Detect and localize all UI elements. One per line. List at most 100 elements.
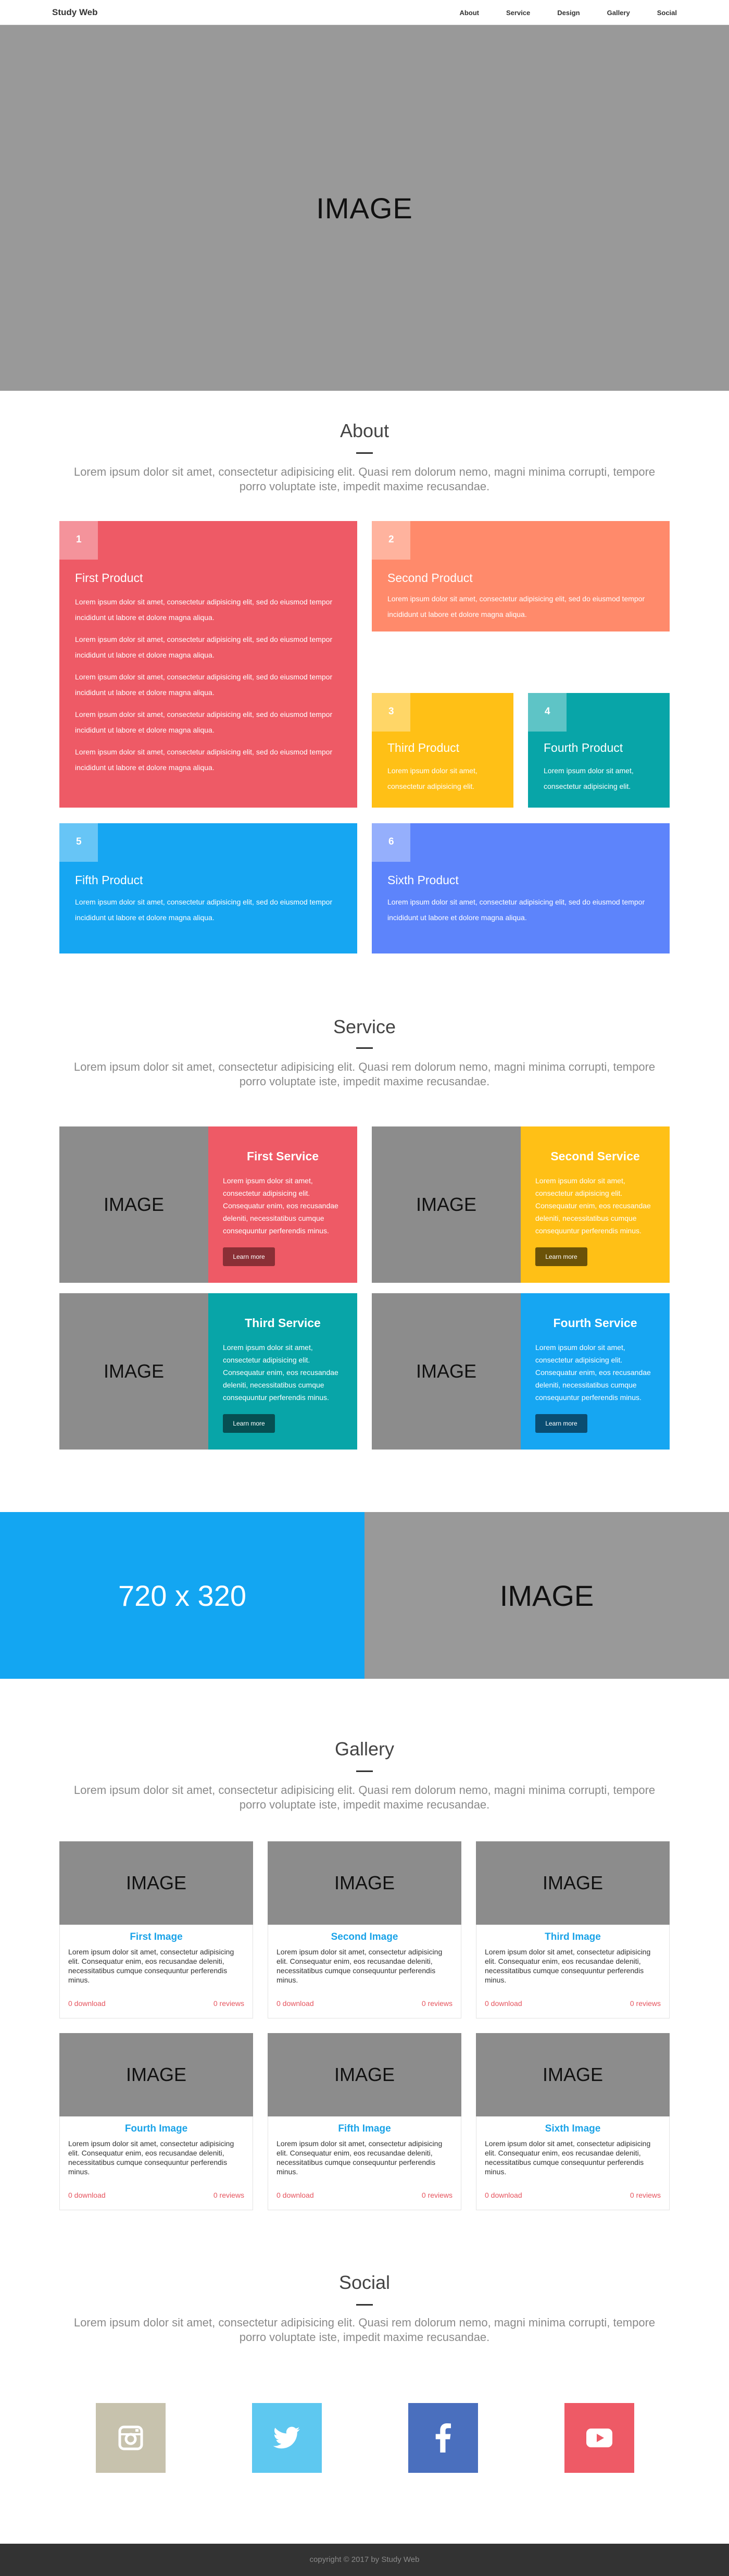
gallery-image: IMAGE	[59, 1841, 253, 1925]
gallery-image: IMAGE	[476, 2033, 670, 2116]
download-count[interactable]: 0 download	[276, 1999, 314, 2008]
service-image: IMAGE	[59, 1293, 208, 1450]
twitter-icon[interactable]	[252, 2403, 322, 2473]
banner-placeholder: 720 x 320	[0, 1512, 364, 1679]
social-subtitle: Lorem ipsum dolor sit amet, consectetur …	[73, 2316, 656, 2344]
download-count[interactable]: 0 download	[485, 2191, 522, 2199]
service-body: Fourth Service Lorem ipsum dolor sit ame…	[521, 1293, 670, 1450]
banner-image: IMAGE	[364, 1512, 729, 1679]
facebook-icon[interactable]	[408, 2403, 478, 2473]
service-image: IMAGE	[372, 1293, 521, 1450]
product-card-6[interactable]: 6 Sixth Product Lorem ipsum dolor sit am…	[372, 823, 670, 953]
product-card-4[interactable]: 4 Fourth Product Lorem ipsum dolor sit a…	[528, 693, 670, 808]
gallery-card-2[interactable]: IMAGE Second Image Lorem ipsum dolor sit…	[268, 1841, 461, 2018]
gallery-title-link[interactable]: Fourth Image	[60, 2123, 253, 2135]
gallery-text: Lorem ipsum dolor sit amet, consectetur …	[68, 1948, 234, 1984]
review-count[interactable]: 0 reviews	[213, 2191, 244, 2199]
learn-more-button[interactable]: Learn more	[223, 1247, 275, 1266]
nav-link-design[interactable]: Design	[557, 9, 580, 17]
product-name: Fifth Product	[75, 873, 143, 887]
service-card-3: IMAGE Third Service Lorem ipsum dolor si…	[59, 1293, 357, 1450]
product-name: Third Product	[387, 741, 460, 754]
nav-link-service[interactable]: Service	[506, 9, 530, 17]
product-card-3[interactable]: 3 Third Product Lorem ipsum dolor sit am…	[372, 693, 513, 808]
download-count[interactable]: 0 download	[276, 2191, 314, 2199]
product-name: Fourth Product	[544, 741, 623, 754]
gallery-title-link[interactable]: Third Image	[476, 1931, 669, 1943]
download-count[interactable]: 0 download	[485, 1999, 522, 2008]
service-body: Second Service Lorem ipsum dolor sit ame…	[521, 1126, 670, 1283]
about-divider	[356, 452, 373, 454]
service-subtitle: Lorem ipsum dolor sit amet, consectetur …	[73, 1060, 656, 1088]
service-text: Lorem ipsum dolor sit amet, consectetur …	[223, 1343, 338, 1402]
gallery-card-6[interactable]: IMAGE Sixth Image Lorem ipsum dolor sit …	[476, 2033, 670, 2210]
product-text: Lorem ipsum dolor sit amet, consectetur …	[75, 598, 333, 622]
service-title: Third Service	[245, 1316, 321, 1330]
gallery-title-link[interactable]: First Image	[60, 1931, 253, 1943]
service-image: IMAGE	[372, 1126, 521, 1283]
service-text: Lorem ipsum dolor sit amet, consectetur …	[223, 1176, 338, 1235]
hero-image-label: IMAGE	[316, 191, 413, 225]
product-card-1[interactable]: 1 First Product Lorem ipsum dolor sit am…	[59, 521, 357, 808]
product-text: Lorem ipsum dolor sit amet, consectetur …	[75, 673, 333, 697]
product-name: Sixth Product	[387, 873, 459, 887]
service-card-4: IMAGE Fourth Service Lorem ipsum dolor s…	[372, 1293, 670, 1450]
nav-link-social[interactable]: Social	[657, 9, 677, 17]
gallery-subtitle: Lorem ipsum dolor sit amet, consectetur …	[73, 1784, 656, 1811]
product-number: 1	[59, 521, 98, 560]
review-count[interactable]: 0 reviews	[213, 1999, 244, 2008]
gallery-title: Gallery	[334, 1738, 395, 1760]
gallery-title-link[interactable]: Sixth Image	[476, 2123, 669, 2135]
youtube-icon[interactable]	[564, 2403, 634, 2473]
download-count[interactable]: 0 download	[68, 1999, 106, 2008]
gallery-card-1[interactable]: IMAGE First Image Lorem ipsum dolor sit …	[59, 1841, 253, 2018]
product-text: Lorem ipsum dolor sit amet, consectetur …	[387, 766, 477, 790]
product-text: Lorem ipsum dolor sit amet, consectetur …	[387, 898, 645, 922]
download-count[interactable]: 0 download	[68, 2191, 106, 2199]
banner-placeholder-label: 720 x 320	[118, 1579, 246, 1612]
service-title: Fourth Service	[553, 1316, 637, 1330]
service-title: Second Service	[550, 1149, 640, 1163]
gallery-title-link[interactable]: Second Image	[268, 1931, 461, 1943]
product-number: 2	[372, 521, 410, 560]
service-body: Third Service Lorem ipsum dolor sit amet…	[208, 1293, 357, 1450]
learn-more-button[interactable]: Learn more	[535, 1247, 587, 1266]
brand-logo[interactable]: Study Web	[52, 7, 98, 18]
gallery-text: Lorem ipsum dolor sit amet, consectetur …	[276, 1948, 443, 1984]
nav-link-gallery[interactable]: Gallery	[607, 9, 630, 17]
service-body: First Service Lorem ipsum dolor sit amet…	[208, 1126, 357, 1283]
review-count[interactable]: 0 reviews	[422, 1999, 453, 2008]
product-number: 6	[372, 823, 410, 862]
gallery-card-4[interactable]: IMAGE Fourth Image Lorem ipsum dolor sit…	[59, 2033, 253, 2210]
gallery-card-5[interactable]: IMAGE Fifth Image Lorem ipsum dolor sit …	[268, 2033, 461, 2210]
service-text: Lorem ipsum dolor sit amet, consectetur …	[535, 1343, 651, 1402]
nav-link-about[interactable]: About	[459, 9, 479, 17]
gallery-text: Lorem ipsum dolor sit amet, consectetur …	[485, 1948, 651, 1984]
instagram-icon[interactable]	[96, 2403, 166, 2473]
product-text: Lorem ipsum dolor sit amet, consectetur …	[75, 635, 333, 659]
gallery-title-link[interactable]: Fifth Image	[268, 2123, 461, 2135]
service-title: First Service	[246, 1149, 319, 1163]
gallery-divider	[356, 1770, 373, 1772]
product-card-2[interactable]: 2 Second Product Lorem ipsum dolor sit a…	[372, 521, 670, 631]
about-subtitle: Lorem ipsum dolor sit amet, consectetur …	[73, 465, 656, 493]
product-number: 5	[59, 823, 98, 862]
top-nav: Study Web About Service Design Gallery S…	[0, 0, 729, 25]
gallery-text: Lorem ipsum dolor sit amet, consectetur …	[276, 2139, 443, 2176]
learn-more-button[interactable]: Learn more	[535, 1414, 587, 1433]
product-text: Lorem ipsum dolor sit amet, consectetur …	[544, 766, 634, 790]
review-count[interactable]: 0 reviews	[422, 2191, 453, 2199]
nav-menu: About Service Design Gallery Social	[432, 9, 677, 17]
gallery-image: IMAGE	[268, 1841, 461, 1925]
learn-more-button[interactable]: Learn more	[223, 1414, 275, 1433]
service-image: IMAGE	[59, 1126, 208, 1283]
service-text: Lorem ipsum dolor sit amet, consectetur …	[535, 1176, 651, 1235]
review-count[interactable]: 0 reviews	[630, 1999, 661, 2008]
gallery-text: Lorem ipsum dolor sit amet, consectetur …	[485, 2139, 651, 2176]
product-name: First Product	[75, 571, 143, 585]
gallery-card-3[interactable]: IMAGE Third Image Lorem ipsum dolor sit …	[476, 1841, 670, 2018]
product-text: Lorem ipsum dolor sit amet, consectetur …	[75, 710, 333, 734]
review-count[interactable]: 0 reviews	[630, 2191, 661, 2199]
product-card-5[interactable]: 5 Fifth Product Lorem ipsum dolor sit am…	[59, 823, 357, 953]
gallery-image: IMAGE	[476, 1841, 670, 1925]
